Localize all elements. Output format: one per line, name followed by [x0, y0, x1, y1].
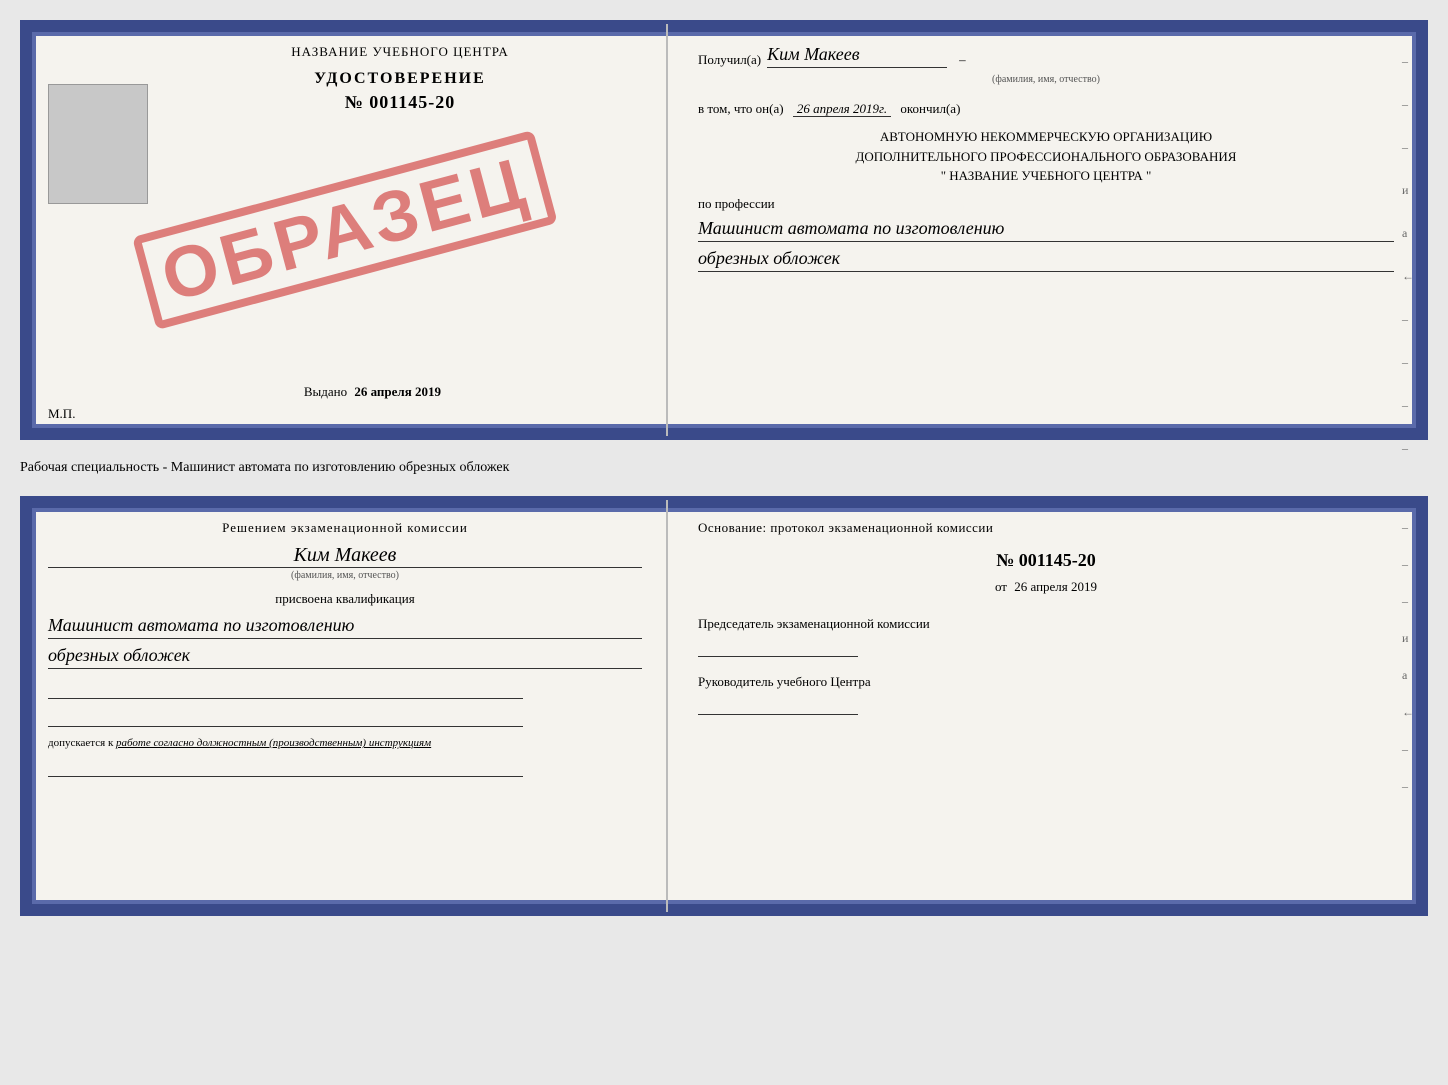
- completion-line: в том, что он(а) 26 апреля 2019г. окончи…: [698, 101, 1394, 117]
- profession-line2: обрезных обложек: [698, 246, 1394, 272]
- subtitle-bar: Рабочая специальность - Машинист автомат…: [20, 456, 1428, 480]
- director-block: Руководитель учебного Центра: [698, 673, 1394, 715]
- top-doc-right: Получил(а) Ким Макеев – (фамилия, имя, о…: [668, 24, 1424, 436]
- mp-label: М.П.: [48, 406, 75, 422]
- protocol-date: 26 апреля 2019: [1014, 579, 1097, 594]
- completion-date: 26 апреля 2019г.: [793, 101, 891, 117]
- page-wrapper: НАЗВАНИЕ УЧЕБНОГО ЦЕНТРА УДОСТОВЕРЕНИЕ №…: [20, 20, 1428, 916]
- profession-line1: Машинист автомата по изготовлению: [698, 216, 1394, 242]
- org-line1: АВТОНОМНУЮ НЕКОММЕРЧЕСКУЮ ОРГАНИЗАЦИЮ: [698, 127, 1394, 147]
- received-prefix: Получил(а): [698, 52, 761, 68]
- allowed-text-block: допускается к работе согласно должностны…: [48, 737, 642, 749]
- bottom-doc-left: Решением экзаменационной комиссии Ким Ма…: [24, 500, 668, 912]
- cert-label: УДОСТОВЕРЕНИЕ: [163, 70, 637, 88]
- allowed-detail: работе согласно должностным (производств…: [116, 737, 431, 749]
- issued-prefix: Выдано: [304, 384, 347, 399]
- profession-label: по профессии: [698, 196, 1394, 212]
- org-block: АВТОНОМНУЮ НЕКОММЕРЧЕСКУЮ ОРГАНИЗАЦИЮ ДО…: [698, 127, 1394, 186]
- received-line: Получил(а) Ким Макеев –: [698, 44, 1394, 68]
- blank-line-2: [48, 707, 523, 727]
- dash-separator: –: [959, 52, 966, 68]
- chairman-block: Председатель экзаменационной комиссии: [698, 615, 1394, 657]
- decision-label: Решением экзаменационной комиссии: [48, 520, 642, 536]
- blank-line-1: [48, 679, 523, 699]
- qualification-line2: обрезных обложек: [48, 643, 642, 669]
- bottom-name-sublabel: (фамилия, имя, отчество): [48, 570, 642, 581]
- protocol-number: № 001145-20: [698, 550, 1394, 571]
- org-line3: " НАЗВАНИЕ УЧЕБНОГО ЦЕНТРА ": [698, 166, 1394, 186]
- director-label: Руководитель учебного Центра: [698, 673, 1394, 691]
- cert-number: № 001145-20: [163, 92, 637, 113]
- issued-line: Выдано 26 апреля 2019: [304, 384, 441, 400]
- right-decoration-lines: – – – и а ← – – – –: [1402, 54, 1414, 456]
- bottom-doc-right: Основание: протокол экзаменационной коми…: [668, 500, 1424, 912]
- top-document: НАЗВАНИЕ УЧЕБНОГО ЦЕНТРА УДОСТОВЕРЕНИЕ №…: [20, 20, 1428, 440]
- blank-line-3: [48, 757, 523, 777]
- director-signature-line: [698, 695, 858, 715]
- allowed-prefix: допускается к: [48, 737, 113, 749]
- protocol-date-prefix: от: [995, 579, 1007, 594]
- bottom-person-name: Ким Макеев: [48, 544, 642, 568]
- completed-label: окончил(а): [900, 101, 960, 116]
- protocol-date-line: от 26 апреля 2019: [698, 579, 1394, 595]
- chairman-signature-line: [698, 637, 858, 657]
- bottom-document: Решением экзаменационной комиссии Ким Ма…: [20, 496, 1428, 916]
- name-sublabel-top: (фамилия, имя, отчество): [698, 74, 1394, 85]
- assigned-label: присвоена квалификация: [48, 591, 642, 607]
- blank-lines: [48, 679, 642, 727]
- qualification-line1: Машинист автомата по изготовлению: [48, 613, 642, 639]
- basis-label: Основание: протокол экзаменационной коми…: [698, 520, 1394, 536]
- bottom-right-decoration: – – – и а ← – –: [1402, 520, 1414, 794]
- subtitle-text: Рабочая специальность - Машинист автомат…: [20, 460, 509, 475]
- recipient-name: Ким Макеев: [767, 44, 947, 68]
- photo-placeholder: [48, 84, 148, 204]
- issued-date: 26 апреля 2019: [354, 384, 441, 399]
- sample-stamp: ОБРАЗЕЦ: [132, 130, 558, 330]
- org-line2: ДОПОЛНИТЕЛЬНОГО ПРОФЕССИОНАЛЬНОГО ОБРАЗО…: [698, 147, 1394, 167]
- chairman-label: Председатель экзаменационной комиссии: [698, 615, 1394, 633]
- school-title-top: НАЗВАНИЕ УЧЕБНОГО ЦЕНТРА: [163, 44, 637, 60]
- top-doc-left: НАЗВАНИЕ УЧЕБНОГО ЦЕНТРА УДОСТОВЕРЕНИЕ №…: [24, 24, 668, 436]
- in-the-fact: в том, что он(а): [698, 101, 784, 116]
